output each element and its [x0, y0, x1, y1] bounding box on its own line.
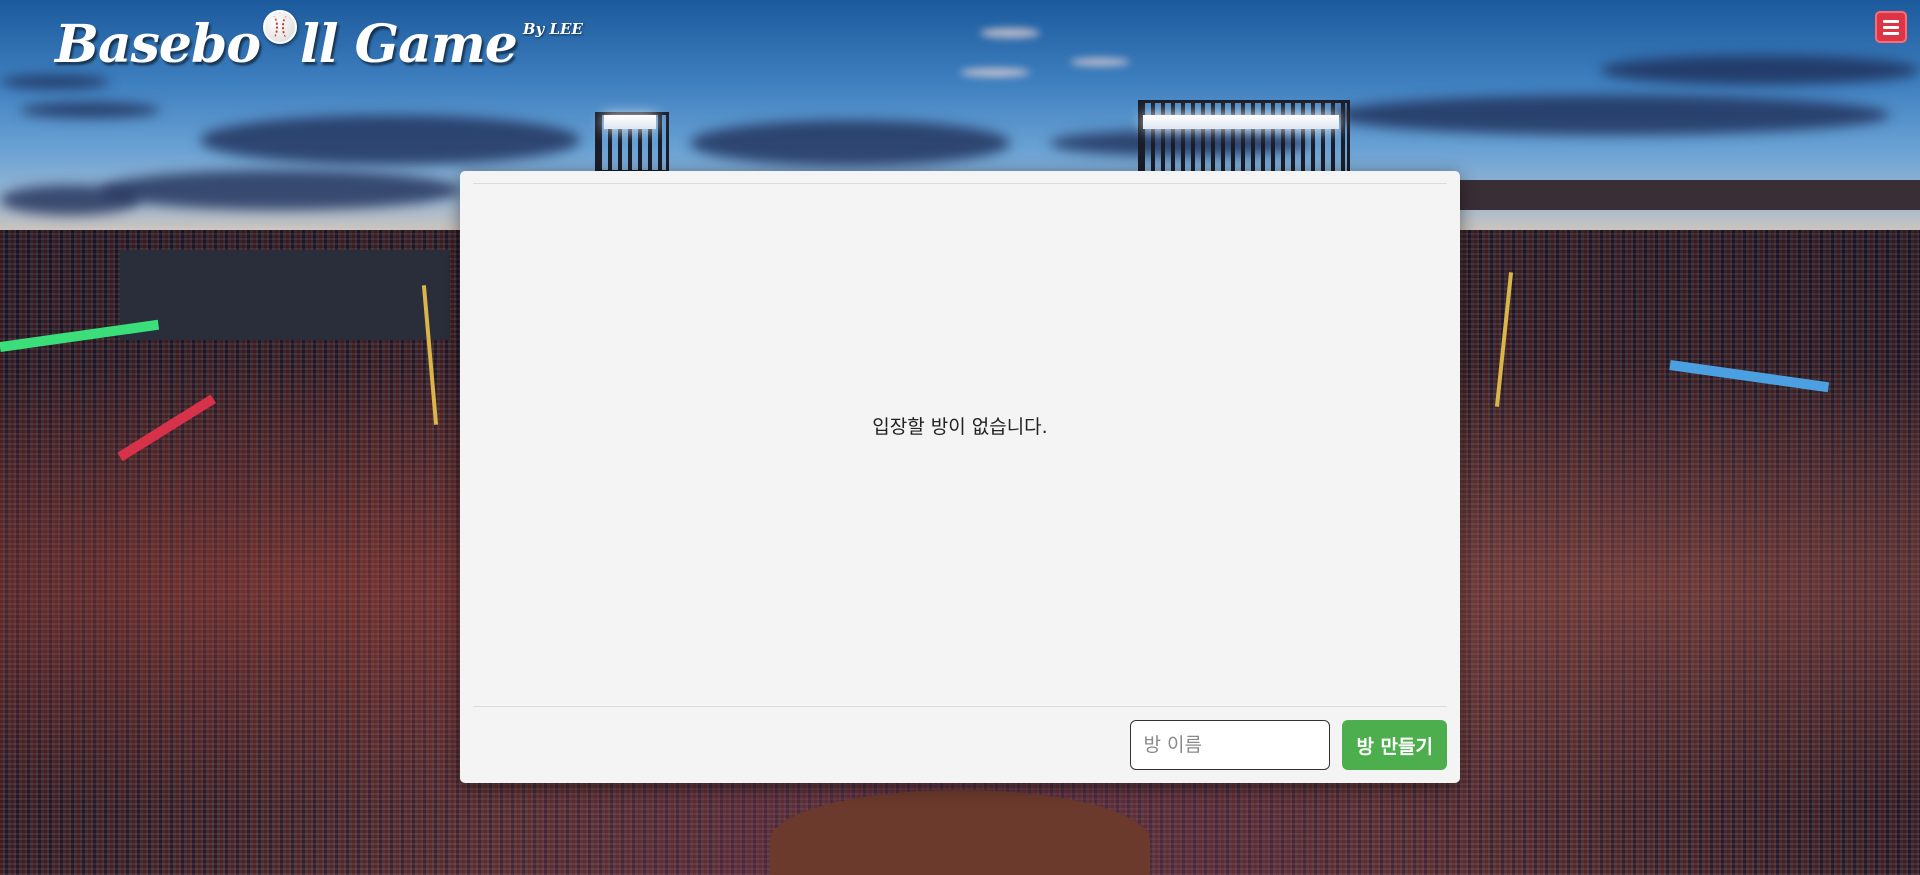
menu-button[interactable] [1875, 11, 1907, 43]
room-create-bar: 방 만들기 [473, 706, 1447, 783]
baseball-icon [263, 10, 298, 44]
background-light-tower [1138, 100, 1350, 176]
create-room-button[interactable]: 방 만들기 [1342, 720, 1447, 770]
logo-title-part-2: ll Game [300, 14, 518, 75]
room-list-panel: 입장할 방이 없습니다. 방 만들기 [460, 171, 1460, 783]
logo-title-part-1: Basebo [55, 14, 261, 75]
background-building [120, 250, 450, 340]
app-logo[interactable]: Basebo ll Game By LEE [55, 6, 583, 84]
hamburger-menu-icon [1883, 19, 1899, 23]
page-root: Basebo ll Game By LEE 입장할 방이 없습니다. 방 만들기 [0, 0, 1920, 875]
empty-room-message: 입장할 방이 없습니다. [872, 416, 1048, 438]
logo-author: By LEE [522, 20, 583, 38]
room-name-input[interactable] [1130, 720, 1331, 770]
room-list: 입장할 방이 없습니다. [473, 184, 1447, 707]
background-upper-deck [1460, 180, 1920, 210]
